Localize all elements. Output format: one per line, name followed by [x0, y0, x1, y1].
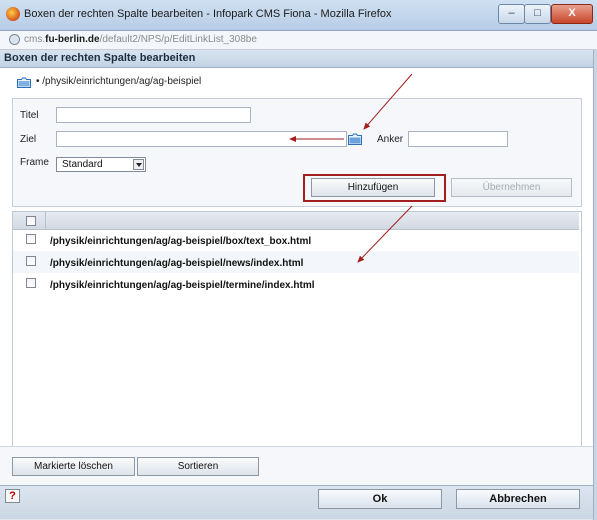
- sort-button[interactable]: Sortieren: [137, 457, 259, 476]
- help-icon[interactable]: ?: [5, 489, 20, 503]
- window-edge: [593, 50, 597, 520]
- delete-marked-button[interactable]: Markierte löschen: [12, 457, 135, 476]
- cancel-button[interactable]: Abbrechen: [456, 489, 580, 509]
- ok-button[interactable]: Ok: [318, 489, 442, 509]
- annotation-arrows: [289, 73, 413, 263]
